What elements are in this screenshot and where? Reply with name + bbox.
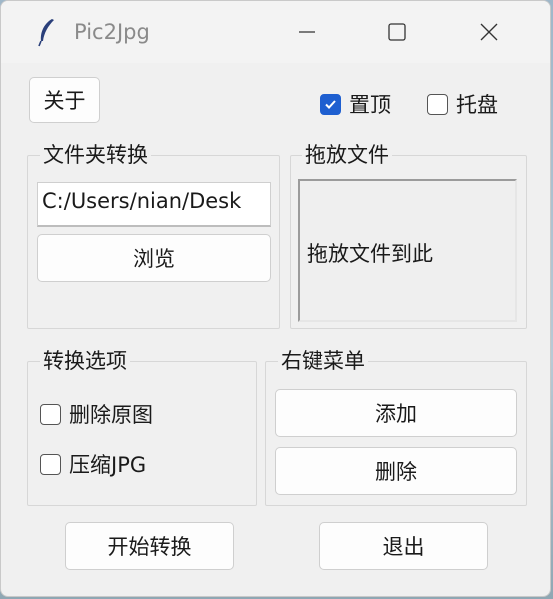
checkbox-unchecked-icon <box>427 93 448 115</box>
folder-convert-legend: 文件夹转换 <box>40 143 151 167</box>
convert-options-group <box>27 361 257 506</box>
browse-button[interactable]: 浏览 <box>37 234 271 282</box>
app-window: Pic2Jpg 关于 置顶 托盘 文件夹转换 C:/Users/nian/Des… <box>0 0 551 597</box>
add-context-menu-button[interactable]: 添加 <box>275 389 517 437</box>
exit-button[interactable]: 退出 <box>319 522 488 570</box>
delete-original-label: 删除原图 <box>69 403 153 427</box>
folder-path-input[interactable]: C:/Users/nian/Desk <box>37 182 271 227</box>
delete-original-checkbox[interactable]: 删除原图 <box>40 399 153 429</box>
tray-checkbox[interactable]: 托盘 <box>427 89 498 119</box>
checkbox-unchecked-icon <box>40 403 61 425</box>
maximize-icon <box>388 23 406 41</box>
convert-options-legend: 转换选项 <box>40 349 130 373</box>
close-icon <box>480 23 498 41</box>
drop-area[interactable]: 拖放文件到此 <box>298 179 517 322</box>
window-title: Pic2Jpg <box>74 20 150 44</box>
about-button[interactable]: 关于 <box>29 77 100 123</box>
start-convert-button[interactable]: 开始转换 <box>65 522 234 570</box>
compress-jpg-label: 压缩JPG <box>69 453 147 477</box>
minimize-icon <box>299 31 315 33</box>
compress-jpg-checkbox[interactable]: 压缩JPG <box>40 449 146 479</box>
minimize-button[interactable] <box>284 13 330 51</box>
tray-label: 托盘 <box>456 93 498 117</box>
topmost-label: 置顶 <box>349 93 391 117</box>
checkbox-checked-icon <box>320 93 341 115</box>
remove-context-menu-button[interactable]: 删除 <box>275 447 517 495</box>
feather-icon <box>38 19 54 47</box>
drag-drop-legend: 拖放文件 <box>302 143 392 167</box>
context-menu-legend: 右键菜单 <box>278 349 368 373</box>
topmost-checkbox[interactable]: 置顶 <box>320 89 391 119</box>
drop-hint: 拖放文件到此 <box>307 242 433 266</box>
checkbox-unchecked-icon <box>40 453 61 475</box>
close-button[interactable] <box>466 13 512 51</box>
title-bar[interactable]: Pic2Jpg <box>1 1 550 63</box>
maximize-button[interactable] <box>374 13 420 51</box>
